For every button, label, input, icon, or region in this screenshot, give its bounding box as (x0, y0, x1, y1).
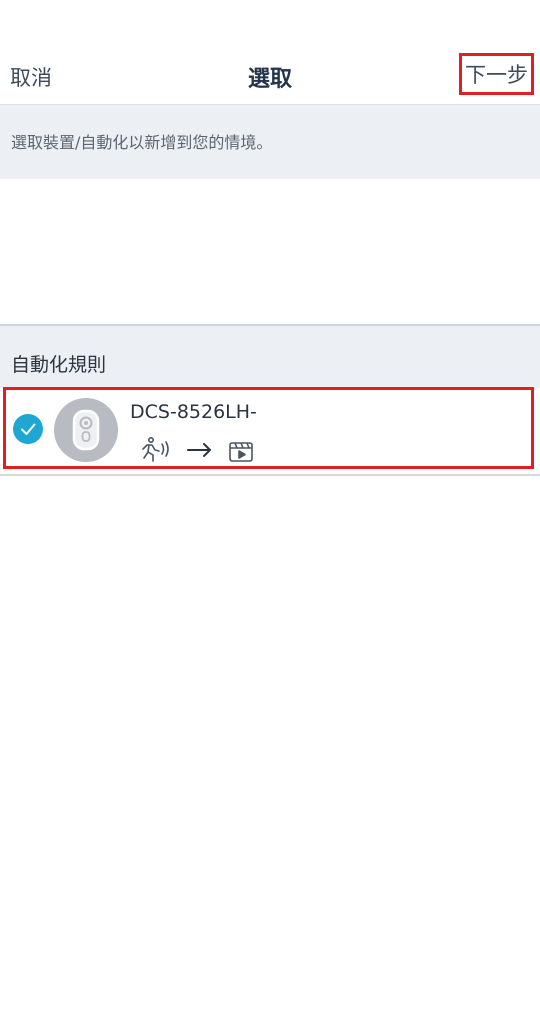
selected-check-icon[interactable] (13, 414, 43, 444)
automation-section-header: 自動化規則 (0, 324, 540, 388)
device-name: DCS-8526LH- (130, 401, 257, 423)
rule-icons (142, 436, 253, 462)
video-clip-icon (229, 442, 253, 462)
select-screen: 取消 選取 下一步 選取裝置/自動化以新增到您的情境。 自動化規則 DCS-85… (0, 0, 540, 1014)
rule-summary (140, 435, 260, 465)
camera-device-icon (54, 398, 118, 462)
motion-detection-icon (142, 436, 169, 462)
section-title: 自動化規則 (11, 354, 107, 376)
arrow-right-icon (187, 443, 211, 457)
automation-rule-item[interactable]: DCS-8526LH- (3, 387, 534, 469)
instruction-text: 選取裝置/自動化以新增到您的情境。 (11, 133, 273, 152)
next-button[interactable]: 下一步 (459, 53, 534, 95)
list-divider (0, 474, 540, 476)
top-bar: 取消 選取 下一步 (0, 48, 540, 104)
instruction-banner: 選取裝置/自動化以新增到您的情境。 (0, 104, 540, 179)
